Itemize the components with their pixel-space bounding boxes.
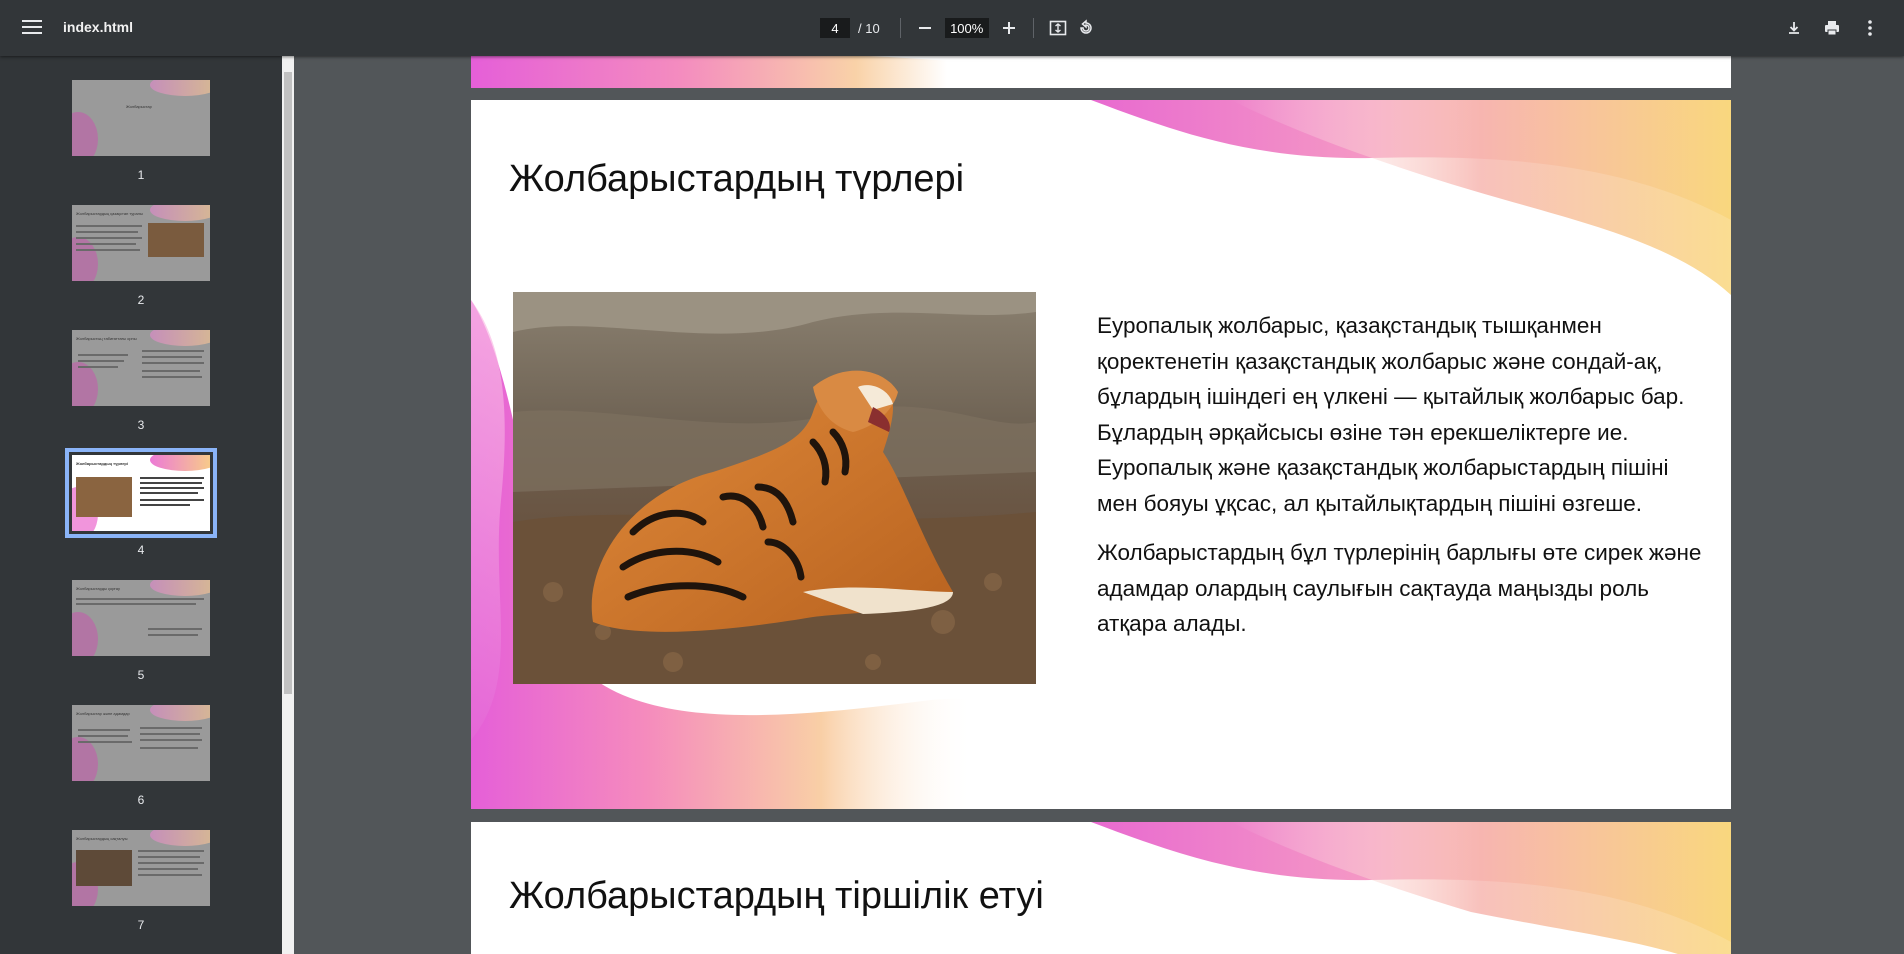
thumbnail-title: Жолбарыстардың қазақстан туралы [76,211,143,216]
minus-icon[interactable] [911,14,939,42]
thumbnail-title: Жолбарыстар және адамдар [76,711,130,716]
thumbnail-number: 4 [137,543,145,557]
thumbnail-title: Жолбарыстың табиғаттағы орны [76,336,137,341]
thumbnail-page-2[interactable]: Жолбарыстардың қазақстан туралы 2 [72,205,210,307]
page-total: / 10 [858,20,880,36]
toolbar-divider [1032,18,1034,38]
thumbnail-title: Жолбарыстардың сақталуы [76,836,128,841]
fit-page-icon[interactable] [1044,14,1072,42]
download-icon[interactable] [1780,14,1808,42]
thumbnail-page-4[interactable]: Жолбарыстардың түрлері 4 [65,448,217,557]
thumbnail-number: 7 [137,918,145,932]
thumbnail-title: Жолбарыстарды қорғау [76,586,120,591]
thumbnail-number: 5 [137,668,145,682]
print-icon[interactable] [1818,14,1846,42]
plus-icon[interactable] [995,14,1023,42]
tiger-photo [513,292,1036,684]
slide-body: Еуропалық жолбарыс, қазақстандық тышқанм… [1097,308,1703,656]
thumbnail-title: Жолбарыстар [126,104,152,109]
page-controls: / 10 [820,16,1100,40]
thumbnail-number: 2 [137,293,145,307]
zoom-input[interactable] [944,18,989,38]
thumbnail-page-7[interactable]: Жолбарыстардың сақталуы 7 [72,830,210,932]
slide-next: Жолбарыстардың тіршілік етуі [471,822,1731,954]
rotate-icon[interactable] [1072,14,1100,42]
body-paragraph-1: Еуропалық жолбарыс, қазақстандық тышқанм… [1097,313,1685,516]
thumbnail-page-3[interactable]: Жолбарыстың табиғаттағы орны 3 [72,330,210,432]
slide-current: Жолбарыстардың түрлері Еуропалық жолбары… [471,100,1731,809]
menu-icon[interactable] [18,16,46,40]
thumbnail-list: Жолбарыстар 1 Жолбарыстардың қазақстан т… [0,56,282,954]
sidebar-scrollbar-thumb[interactable] [284,72,292,694]
thumbnail-number: 1 [137,168,145,182]
thumbnail-number: 6 [137,793,145,807]
pdf-toolbar: index.html / 10 [0,0,1904,56]
slide-title: Жолбарыстардың тіршілік етуі [509,875,1044,917]
thumbnail-page-6[interactable]: Жолбарыстар және адамдар 6 [72,705,210,807]
body-paragraph-2: Жолбарыстардың бұл түрлерінің барлығы өт… [1097,540,1702,636]
thumbnail-number: 3 [137,418,145,432]
thumbnail-title: Жолбарыстардың түрлері [76,461,128,466]
toolbar-divider [899,18,901,38]
slide-previous [471,56,1731,88]
slide-title: Жолбарыстардың түрлері [509,158,965,200]
thumbnail-sidebar: Жолбарыстар 1 Жолбарыстардың қазақстан т… [0,56,282,954]
document-viewer: Жолбарыстардың түрлері Еуропалық жолбары… [294,56,1904,954]
thumbnail-page-1[interactable]: Жолбарыстар 1 [72,80,210,182]
more-icon[interactable] [1856,14,1884,42]
thumbnail-page-5[interactable]: Жолбарыстарды қорғау 5 [72,580,210,682]
file-name: index.html [63,19,134,35]
toolbar-actions [1770,14,1884,42]
page-number-input[interactable] [820,18,850,38]
